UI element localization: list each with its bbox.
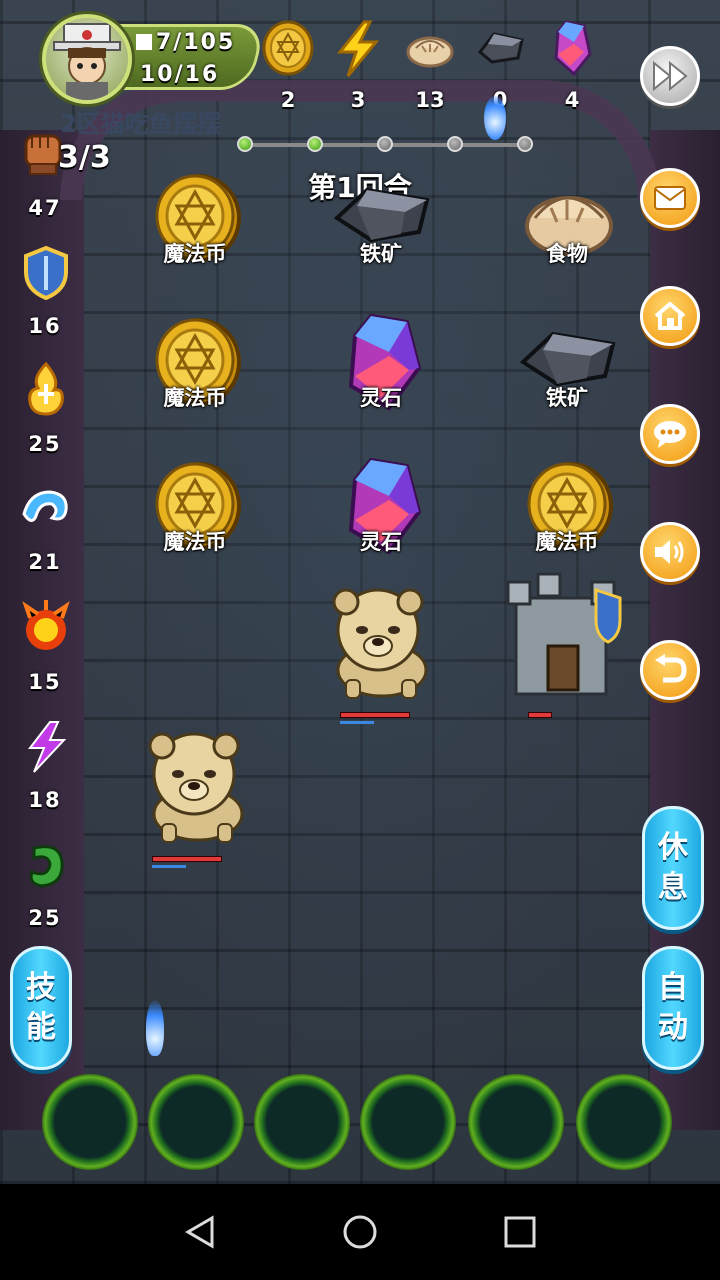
- chat-button[interactable]: [640, 404, 700, 464]
- skill-slot[interactable]: [576, 1074, 672, 1170]
- stone-tower[interactable]: [498, 568, 628, 702]
- resource-energy: 3: [328, 18, 388, 112]
- wizard-avatar-icon[interactable]: [42, 14, 132, 104]
- game-screen: 2区猫吃鱼摆摆 7/105 10/16 2 3 13 4 第1回合 3/3 47…: [0, 0, 720, 1184]
- energy-counter: 3/3: [58, 140, 111, 175]
- dumpling-icon: [402, 18, 458, 78]
- stage-dot: [237, 136, 253, 152]
- lightning-icon: [330, 18, 386, 78]
- enemy-hp-bar: [340, 712, 410, 718]
- skill-button[interactable]: 技能: [10, 946, 72, 1070]
- poison-value: 25: [28, 906, 62, 930]
- recents-square-icon: [504, 1216, 536, 1248]
- home-circle-icon: [343, 1215, 377, 1249]
- blue-flame: [484, 96, 506, 140]
- board-tile-magic-coin[interactable]: 魔法币: [140, 456, 250, 576]
- mail-icon: [654, 186, 686, 210]
- enemy-mp-bar: [340, 721, 374, 724]
- tile-label: 铁矿: [546, 386, 588, 410]
- resource-food: 13: [400, 18, 460, 112]
- speaker-icon: [655, 540, 684, 564]
- home-nav-button[interactable]: [330, 1202, 390, 1262]
- chow-dog-icon: [332, 588, 428, 699]
- undo-button[interactable]: [640, 640, 700, 700]
- resource-magic-coin: 2: [258, 18, 318, 112]
- home-icon: [654, 301, 686, 330]
- holy-flame-icon: [20, 360, 72, 416]
- cards-counter: 7/105: [136, 30, 235, 55]
- undo-icon: [655, 654, 687, 683]
- tower-icon: [506, 572, 622, 696]
- armor-value: 16: [28, 314, 62, 338]
- fire-icon: [20, 598, 72, 654]
- tile-label: 魔法币: [163, 530, 227, 554]
- recents-button[interactable]: [490, 1202, 550, 1262]
- enemy-hp-bar: [152, 856, 222, 862]
- wave-icon: [20, 480, 72, 536]
- mail-button[interactable]: [640, 168, 700, 228]
- card-icon: [136, 34, 152, 50]
- skill-slot[interactable]: [148, 1074, 244, 1170]
- coin-icon: [260, 18, 316, 78]
- fast-forward-icon: [653, 61, 688, 91]
- crystal-icon: [544, 18, 600, 78]
- stage-dot: [517, 136, 533, 152]
- background-text: 2区猫吃鱼摆摆: [60, 110, 221, 138]
- chow-dog-icon: [148, 732, 244, 843]
- tile-label: 灵石: [360, 530, 402, 554]
- attack-value: 47: [28, 196, 62, 220]
- resource-spirit-stone: 4: [542, 18, 602, 112]
- stage-dot: [377, 136, 393, 152]
- board-tile-spirit-stone[interactable]: 灵石: [326, 456, 436, 576]
- chow-dog-enemy[interactable]: [312, 584, 442, 704]
- tile-label: 魔法币: [163, 386, 227, 410]
- skill-slot[interactable]: [360, 1074, 456, 1170]
- hp-counter: 10/16: [140, 62, 220, 87]
- lightning-value: 18: [28, 788, 62, 812]
- chat-icon: [654, 421, 686, 448]
- shield-icon: [20, 244, 72, 301]
- tile-label: 食物: [546, 242, 588, 266]
- tile-label: 魔法币: [535, 530, 599, 554]
- tower-hp-bar: [528, 712, 552, 718]
- back-triangle-icon: [185, 1215, 214, 1249]
- android-nav-bar: [0, 1184, 720, 1280]
- resource-count: 4: [564, 88, 580, 112]
- enemy-mp-bar: [152, 865, 186, 868]
- blue-flame: [146, 1000, 164, 1056]
- fire-value: 15: [28, 670, 62, 694]
- resource-count: 3: [350, 88, 366, 112]
- skill-slot[interactable]: [42, 1074, 138, 1170]
- iron-ore-icon: [472, 18, 528, 78]
- board-tile-food[interactable]: 食物: [512, 168, 622, 288]
- fast-forward-button[interactable]: [640, 46, 700, 106]
- board-tile-magic-coin[interactable]: 魔法币: [140, 312, 250, 432]
- skill-slot[interactable]: [254, 1074, 350, 1170]
- auto-button[interactable]: 自动: [642, 946, 704, 1070]
- sound-button[interactable]: [640, 522, 700, 582]
- skill-slot[interactable]: [468, 1074, 564, 1170]
- tile-label: 魔法币: [163, 242, 227, 266]
- rest-button[interactable]: 休息: [642, 806, 704, 930]
- stage-dot: [307, 136, 323, 152]
- resource-count: 2: [280, 88, 296, 112]
- board-tile-magic-coin[interactable]: 魔法币: [512, 456, 622, 576]
- board-tile-magic-coin[interactable]: 魔法币: [140, 168, 250, 288]
- home-button[interactable]: [640, 286, 700, 346]
- resource-count: 13: [415, 88, 445, 112]
- back-button[interactable]: [170, 1202, 230, 1262]
- chow-dog-enemy[interactable]: [128, 728, 258, 848]
- poison-icon: [20, 838, 72, 894]
- board-tile-spirit-stone[interactable]: 灵石: [326, 312, 436, 432]
- board-tile-iron-ore[interactable]: 铁矿: [326, 168, 436, 288]
- tile-label: 灵石: [360, 386, 402, 410]
- holy-value: 25: [28, 432, 62, 456]
- stage-dot: [447, 136, 463, 152]
- water-value: 21: [28, 550, 62, 574]
- lightning-purple-icon: [20, 718, 72, 774]
- tile-label: 铁矿: [360, 242, 402, 266]
- board-tile-iron-ore[interactable]: 铁矿: [512, 312, 622, 432]
